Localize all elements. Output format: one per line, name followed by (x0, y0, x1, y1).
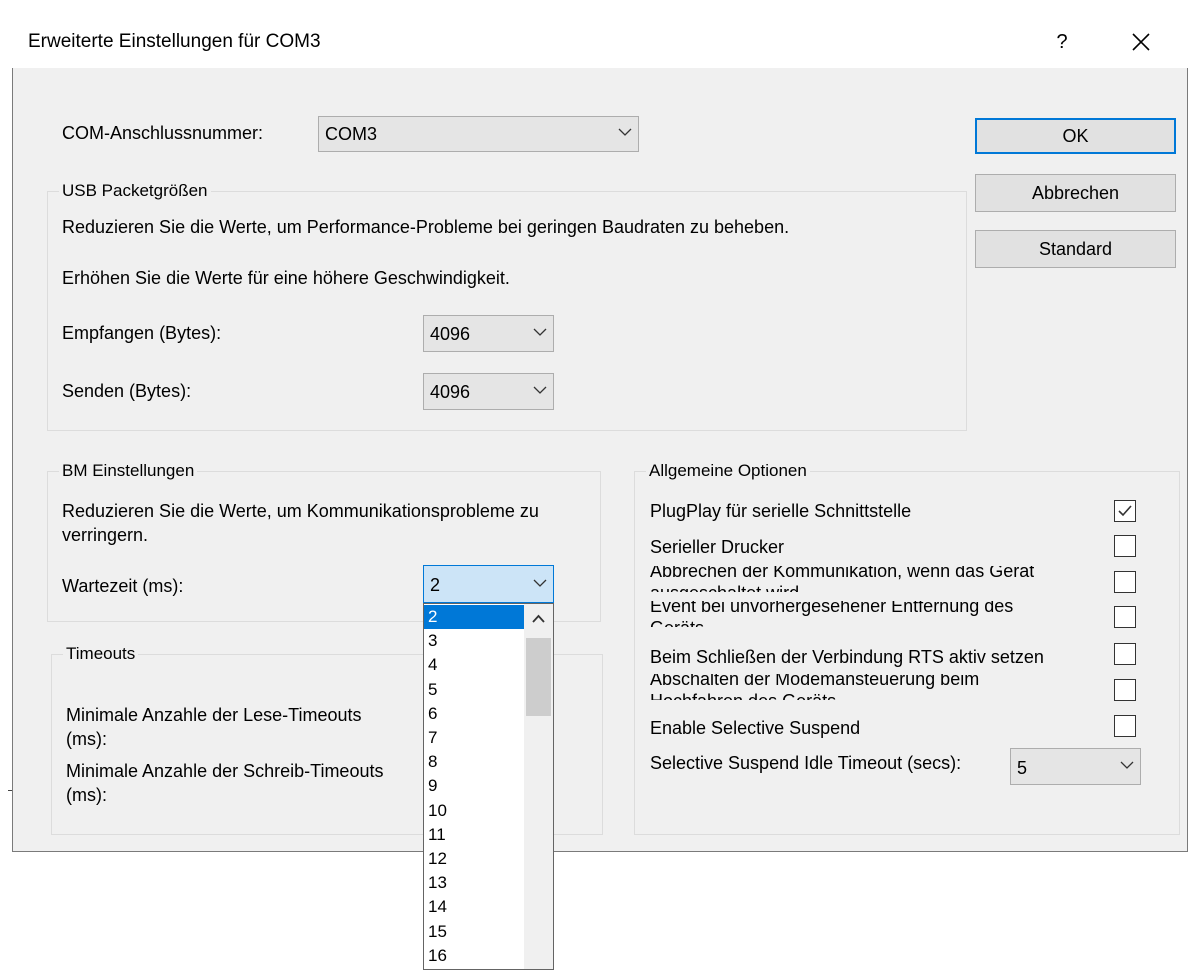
receive-label: Empfangen (Bytes): (62, 323, 222, 343)
option-label-line1: Event bei unvorhergesehener Entfernung d… (650, 601, 1014, 616)
arrow-up-icon (532, 614, 545, 623)
dialog-title: Erweiterte Einstellungen für COM3 (28, 31, 321, 52)
chevron-down-icon (1120, 760, 1134, 770)
dropdown-item[interactable]: 13 (424, 871, 524, 895)
cancel-button[interactable]: Abbrechen (975, 174, 1176, 212)
usb-description-1: Reduzieren Sie die Werte, um Performance… (62, 217, 790, 237)
option-label-line1: Abbrechen der Kommunikation, wenn das Ge… (650, 566, 1035, 581)
latency-select[interactable]: 2 (423, 565, 554, 603)
help-button[interactable]: ? (1040, 20, 1084, 64)
latency-label: Wartezeit (ms): (62, 576, 184, 596)
dropdown-item[interactable]: 6 (424, 702, 524, 726)
bm-description-line1: Reduzieren Sie die Werte, um Kommunikati… (62, 501, 539, 521)
read-timeout-label-line2: (ms): (66, 729, 107, 749)
write-timeout-label-line1: Minimale Anzahle der Schreib-Timeouts (66, 761, 384, 781)
dropdown-item[interactable]: 2 (424, 605, 524, 629)
cancel-on-power-off-checkbox[interactable] (1114, 571, 1136, 593)
scroll-thumb[interactable] (526, 638, 551, 716)
send-label: Senden (Bytes): (62, 381, 192, 401)
com-port-select[interactable]: COM3 (318, 116, 639, 152)
selective-suspend-checkbox[interactable] (1114, 715, 1136, 737)
bm-description-line2: verringern. (62, 525, 149, 545)
latency-value: 2 (430, 575, 441, 595)
timeouts-group-legend: Timeouts (63, 644, 139, 664)
scroll-up-button[interactable] (524, 604, 553, 634)
ok-button[interactable]: OK (975, 118, 1176, 154)
latency-dropdown-list[interactable]: 2 3 4 5 6 7 8 9 10 11 12 13 14 15 16 (423, 603, 554, 970)
general-group-legend: Allgemeine Optionen (646, 461, 810, 481)
serial-printer-checkbox[interactable] (1114, 535, 1136, 557)
send-size-select[interactable]: 4096 (423, 373, 554, 410)
dropdown-item[interactable]: 14 (424, 895, 524, 919)
dropdown-item[interactable]: 5 (424, 678, 524, 702)
chevron-down-icon (533, 385, 547, 395)
dropdown-item[interactable]: 16 (424, 944, 524, 968)
option-label: PlugPlay für serielle Schnittstelle (650, 501, 912, 521)
disable-modem-ctrl-checkbox[interactable] (1114, 679, 1136, 701)
dropdown-item[interactable]: 11 (424, 823, 524, 847)
surprise-removal-checkbox[interactable] (1114, 606, 1136, 628)
option-label: Beim Schließen der Verbindung RTS aktiv … (650, 647, 1044, 667)
idle-timeout-label: Selective Suspend Idle Timeout (secs): (650, 753, 962, 773)
chevron-down-icon (618, 127, 632, 137)
send-size-value: 4096 (430, 382, 471, 402)
receive-size-value: 4096 (430, 324, 471, 344)
set-rts-on-close-checkbox[interactable] (1114, 643, 1136, 665)
plugplay-checkbox[interactable] (1114, 500, 1136, 522)
read-timeout-label-line1: Minimale Anzahle der Lese-Timeouts (66, 705, 362, 725)
bm-group-legend: BM Einstellungen (59, 461, 198, 481)
option-label-line2: Hochfahren des Geräts (650, 690, 979, 700)
dropdown-item[interactable]: 8 (424, 750, 524, 774)
close-icon (1132, 33, 1150, 51)
idle-timeout-select[interactable]: 5 (1010, 748, 1141, 785)
close-button[interactable] (1116, 20, 1166, 64)
dropdown-item[interactable]: 4 (424, 653, 524, 677)
option-label-line1: Abschalten der Modemansteuerung beim (650, 674, 980, 689)
chevron-down-icon (533, 327, 547, 337)
option-label: Abbrechen der Kommunikation, wenn das Ge… (650, 566, 1034, 592)
option-label: Serieller Drucker (650, 537, 785, 557)
option-label-line2: Geräts (650, 617, 1013, 627)
dropdown-item[interactable]: 9 (424, 774, 524, 798)
dropdown-item[interactable]: 15 (424, 920, 524, 944)
dropdown-item[interactable]: 7 (424, 726, 524, 750)
option-label-line2: ausgeschaltet wird (650, 582, 1034, 592)
option-label: Enable Selective Suspend (650, 718, 861, 738)
idle-timeout-value: 5 (1017, 758, 1028, 778)
usb-group-legend: USB Packetgrößen (59, 181, 211, 201)
com-port-label: COM-Anschlussnummer: (62, 123, 264, 143)
default-button[interactable]: Standard (975, 230, 1176, 268)
option-label: Abschalten der Modemansteuerung beim Hoc… (650, 674, 979, 700)
option-label: Event bei unvorhergesehener Entfernung d… (650, 601, 1013, 627)
check-icon (1118, 505, 1132, 517)
chevron-down-icon (533, 578, 547, 588)
write-timeout-label-line2: (ms): (66, 785, 107, 805)
dropdown-scrollbar[interactable] (524, 604, 553, 969)
com-port-value: COM3 (325, 124, 378, 144)
dropdown-item[interactable]: 10 (424, 799, 524, 823)
dropdown-item[interactable]: 3 (424, 629, 524, 653)
dropdown-item[interactable]: 12 (424, 847, 524, 871)
receive-size-select[interactable]: 4096 (423, 315, 554, 352)
usb-description-2: Erhöhen Sie die Werte für eine höhere Ge… (62, 268, 510, 288)
